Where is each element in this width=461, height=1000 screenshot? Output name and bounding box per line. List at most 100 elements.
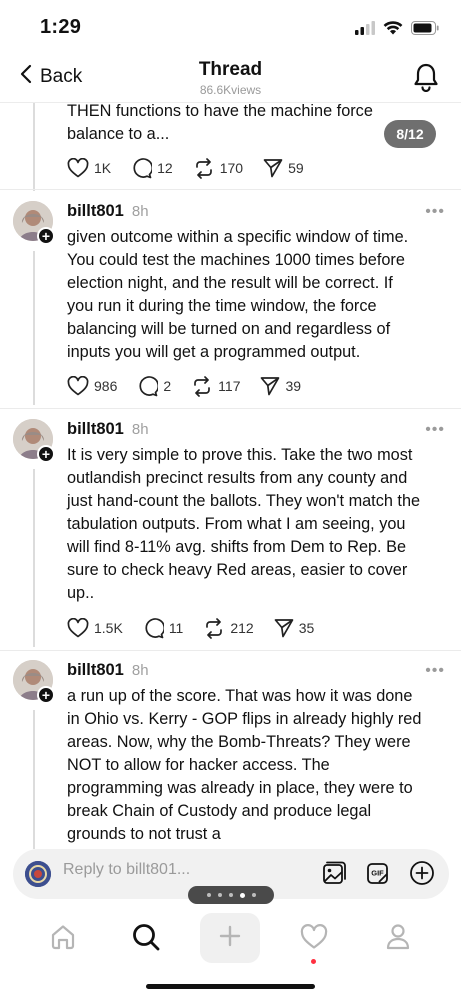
bell-icon [413,63,439,96]
username[interactable]: billt801 [67,661,124,680]
username[interactable]: billt801 [67,420,124,439]
image-icon[interactable] [321,860,347,891]
share-count: 59 [288,160,304,176]
heart-icon [67,158,89,178]
post-text: given outcome within a specific window o… [67,228,409,361]
page-dot [251,893,256,897]
repost-icon [193,157,215,179]
home-indicator[interactable] [146,984,315,989]
tab-new-post[interactable] [200,913,260,963]
page-dot [228,893,233,897]
follow-plus-icon[interactable]: + [37,686,55,704]
gif-icon[interactable]: GIF [365,860,391,891]
like-button[interactable]: 1.5K [67,618,123,638]
post-header: billt801 8h [67,420,149,439]
thread-connector [33,251,35,405]
battery-icon [411,20,439,40]
like-count: 1K [94,160,112,176]
repost-icon [203,617,225,639]
username[interactable]: billt801 [67,202,124,221]
repost-button[interactable]: 117 [191,375,241,397]
repost-button[interactable]: 170 [193,157,244,179]
more-options-icon[interactable]: ••• [425,662,445,680]
page-title: Thread [198,59,263,80]
reply-count: 11 [168,620,184,636]
repost-icon [191,375,213,397]
home-icon [49,923,77,956]
like-count: 1.5K [94,620,123,636]
status-time: 1:29 [40,16,82,38]
reply-actions: GIF [321,860,435,891]
heart-icon [67,618,89,638]
reply-count: 2 [163,378,172,394]
post-actions: 1.5K 11 212 35 [67,616,334,640]
like-count: 986 [94,378,118,394]
post-header: billt801 8h [67,661,149,680]
page-dots [188,886,274,904]
tab-activity[interactable] [294,919,334,959]
post-time: 8h [131,421,149,438]
avatar [25,861,51,887]
repost-count: 212 [230,620,254,636]
notification-dot [311,959,316,964]
share-count: 35 [298,620,315,636]
view-count: 86.6Kviews [199,83,262,97]
tab-search[interactable] [126,919,166,959]
page-dot [217,893,222,897]
follow-plus-icon[interactable]: + [37,445,55,463]
profile-icon [385,923,411,956]
like-button[interactable]: 986 [67,376,117,396]
status-icons [355,20,439,40]
svg-text:GIF: GIF [371,869,384,878]
follow-plus-icon[interactable]: + [37,227,55,245]
more-options-icon[interactable]: ••• [425,203,445,221]
page-dot [206,893,211,897]
repost-count: 170 [219,160,244,176]
tab-home[interactable] [43,919,83,959]
share-button[interactable]: 39 [260,376,301,396]
post-actions: 1K 12 170 59 [67,156,324,180]
plus-icon [218,924,242,953]
thread-connector [33,710,35,849]
send-icon [274,618,294,638]
post-text: It is very simple to prove this. Take th… [67,446,421,602]
post-divider [0,189,461,190]
send-icon [260,376,280,396]
tab-bar [0,905,461,975]
share-button[interactable]: 35 [274,618,315,638]
notifications-button[interactable] [413,62,439,97]
more-options-icon[interactable]: ••• [425,421,445,439]
post-actions: 986 2 117 39 [67,374,321,398]
signal-icon [355,20,375,40]
page-indicator-badge: 8/12 [384,120,436,148]
heart-icon [300,923,328,955]
tab-profile[interactable] [378,919,418,959]
post-divider [0,408,461,409]
heart-icon [67,376,89,396]
nav-header: Back Thread 86.6Kviews [0,56,461,102]
comment-icon [137,375,159,397]
reply-count: 12 [157,160,173,176]
post-text: a run up of the score. That was how it w… [67,687,422,843]
status-bar: 1:29 [0,0,461,56]
thread-feed[interactable]: THEN functions to have the machine force… [0,103,461,849]
repost-button[interactable]: 212 [203,617,254,639]
post-divider [0,650,461,651]
share-button[interactable]: 59 [263,158,304,178]
share-count: 39 [285,378,302,394]
reply-button[interactable]: 12 [131,157,173,179]
post-time: 8h [131,662,149,679]
reply-button[interactable]: 2 [137,375,172,397]
page-dot-active [239,892,245,898]
send-icon [263,158,283,178]
post-header: billt801 8h [67,202,149,221]
search-icon [131,922,161,957]
reply-button[interactable]: 11 [143,617,184,639]
wifi-icon [383,20,403,40]
add-circle-icon[interactable] [409,860,435,891]
like-button[interactable]: 1K [67,158,111,178]
comment-icon [131,157,153,179]
repost-count: 117 [218,378,241,394]
reply-input[interactable]: Reply to billt801... [63,861,190,879]
comment-icon [143,617,164,639]
